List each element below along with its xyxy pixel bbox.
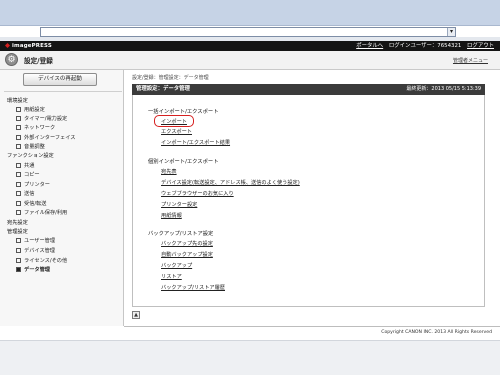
sidebar-item[interactable]: ファイル保存/利用 (16, 209, 67, 217)
sidebar-item[interactable]: 管理設定 (7, 228, 28, 236)
section-heading: バックアップ/リストア設定 (148, 231, 214, 237)
bullet-icon (16, 238, 21, 243)
section-link[interactable]: 用紙情報 (161, 212, 182, 219)
section-link[interactable]: リストア (161, 273, 182, 280)
sidebar-item[interactable]: コピー (16, 171, 40, 179)
footer-divider (124, 326, 500, 327)
sidebar-item-label: ファンクション設定 (7, 153, 54, 159)
bullet-icon (16, 172, 21, 177)
section-link[interactable]: バックアップ (161, 262, 192, 269)
section-heading: 一括インポート/エクスポート (148, 109, 219, 115)
sidebar-item-label: プリンター (24, 182, 50, 188)
sidebar-item-label: 送信 (24, 191, 35, 197)
sidebar-divider (4, 91, 122, 92)
sidebar-item[interactable]: タイマー/電力設定 (16, 115, 67, 123)
sidebar-item[interactable]: ライセンス/その他 (16, 257, 67, 265)
sidebar-item-label: 管理設定 (7, 229, 28, 235)
page-title: 設定/登録 (24, 57, 53, 65)
panel-title: 管理設定：データ管理 (136, 86, 190, 92)
bullet-icon (16, 107, 21, 112)
breadcrumb: 設定/登録：管理設定：データ管理 (132, 75, 209, 81)
section-link[interactable]: デバイス設定(転送設定、アドレス帳、送信のよく使う設定) (161, 179, 300, 186)
logout-link[interactable]: ログアウト (467, 43, 494, 49)
section-link[interactable]: 自動バックアップ設定 (161, 251, 213, 258)
sidebar-item-label: 宛先設定 (7, 220, 28, 226)
sidebar-item-label: 環境設定 (7, 98, 28, 104)
browser-status-area (0, 340, 500, 375)
canon-mark-icon (5, 43, 10, 48)
sidebar-item[interactable]: 受信/転送 (16, 200, 47, 208)
sidebar-item-label: 外部インターフェイス (24, 135, 76, 141)
restart-device-button[interactable]: デバイスの再起動 (23, 73, 97, 86)
address-dropdown-icon[interactable]: ▾ (447, 28, 455, 36)
scroll-top-icon[interactable]: ▲ (132, 311, 140, 319)
logo: imagePRESS (5, 42, 52, 50)
bullet-icon (16, 201, 21, 206)
sidebar-item[interactable]: デバイス管理 (16, 247, 55, 255)
sidebar-item[interactable]: ネットワーク (16, 124, 55, 132)
bullet-icon (16, 116, 21, 121)
manager-menu-link[interactable]: 管理者メニュー (453, 57, 488, 64)
section-link[interactable]: バックアップ先の設定 (161, 240, 213, 247)
last-updated: 最終更新：2013 05/15 5:13:39 (406, 86, 481, 92)
sidebar-item-label: 共通 (24, 163, 35, 169)
login-user-label: ログインユーザー： (388, 43, 438, 49)
top-links: ポータルへ ログインユーザー：7654321 ログアウト (352, 42, 494, 50)
sidebar-item[interactable]: 宛先設定 (7, 219, 28, 227)
import-highlight-circle (154, 115, 194, 127)
browser-toolbar (0, 0, 500, 26)
sidebar-item-label: 受信/転送 (24, 201, 47, 207)
bullet-icon (16, 125, 21, 130)
section-heading: 個別インポート/エクスポート (148, 159, 219, 165)
sidebar-item-label: ライセンス/その他 (24, 258, 68, 264)
sidebar-item[interactable]: 環境設定 (7, 97, 28, 105)
sidebar-item-label: コピー (24, 172, 40, 178)
sidebar-item[interactable]: 音量調整 (16, 143, 45, 151)
panel-header: 管理設定：データ管理 最終更新：2013 05/15 5:13:39 (132, 84, 485, 95)
section-link[interactable]: バックアップ/リストア履歴 (161, 284, 225, 291)
app-header: imagePRESS ポータルへ ログインユーザー：7654321 ログアウト (0, 41, 500, 51)
section-link[interactable]: プリンター設定 (161, 201, 197, 208)
sidebar-item[interactable]: 用紙設定 (16, 106, 45, 114)
section-link[interactable]: ウェブブラウザーのお気に入り (161, 190, 234, 197)
sidebar-item[interactable]: プリンター (16, 181, 50, 189)
bullet-icon (16, 182, 21, 187)
bullet-icon (16, 267, 21, 272)
sidebar-item[interactable]: ユーザー管理 (16, 237, 55, 245)
address-bar[interactable] (40, 27, 456, 37)
section-link[interactable]: 宛先表 (161, 168, 177, 175)
sidebar-item-label: デバイス管理 (24, 248, 55, 254)
copyright: Copyright CANON INC. 2013 All Rights Res… (381, 330, 492, 335)
bullet-icon (16, 258, 21, 263)
sidebar-item[interactable]: データ管理 (16, 266, 50, 274)
sidebar-item[interactable]: 外部インターフェイス (16, 134, 75, 142)
bullet-icon (16, 210, 21, 215)
bullet-icon (16, 191, 21, 196)
sidebar-item[interactable]: 送信 (16, 190, 34, 198)
sidebar-item-label: 音量調整 (24, 144, 45, 150)
title-bar (0, 51, 500, 70)
sidebar-item-label: ファイル保存/利用 (24, 210, 68, 216)
bullet-icon (16, 135, 21, 140)
sidebar-item-label: ユーザー管理 (24, 238, 56, 244)
sidebar-item-label: タイマー/電力設定 (24, 116, 68, 122)
login-user-id: 7654321 (437, 43, 462, 49)
sidebar-item[interactable]: ファンクション設定 (7, 152, 54, 160)
settings-gear-icon: ⚙ (5, 53, 18, 66)
portal-link[interactable]: ポータルへ (356, 43, 383, 49)
bullet-icon (16, 144, 21, 149)
sidebar-item-label: ネットワーク (24, 125, 56, 131)
sidebar-item-label: 用紙設定 (24, 107, 45, 113)
bullet-icon (16, 248, 21, 253)
section-link[interactable]: インポート/エクスポート結果 (161, 139, 230, 146)
section-link[interactable]: エクスポート (161, 128, 192, 135)
sidebar-item-label: データ管理 (24, 267, 50, 273)
sidebar-item[interactable]: 共通 (16, 162, 34, 170)
bullet-icon (16, 163, 21, 168)
